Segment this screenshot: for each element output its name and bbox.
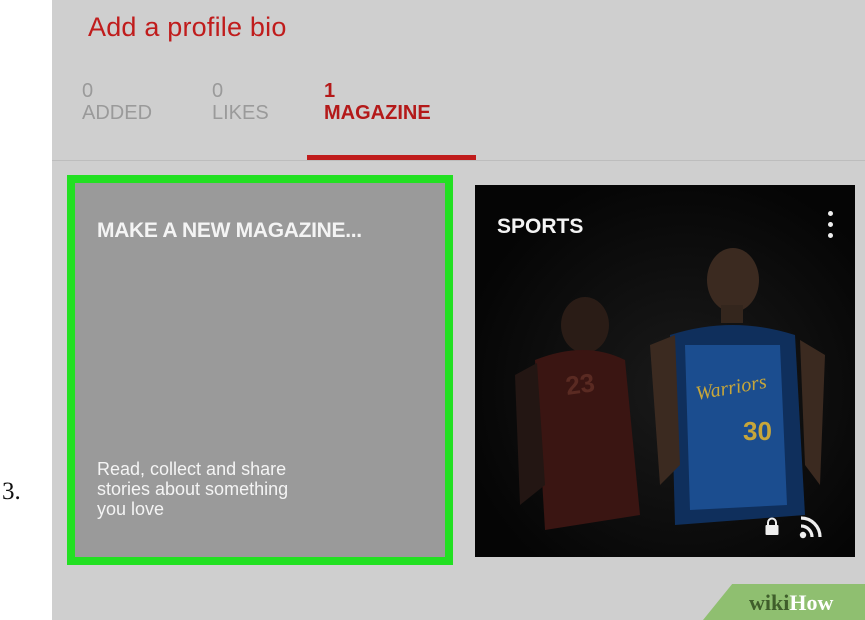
magazine-label: MAGAZINE	[324, 102, 431, 124]
app-screen: Add a profile bio 0 ADDED 0 LIKES 1 MAGA…	[52, 0, 865, 620]
magazine-count: 1	[324, 80, 336, 102]
likes-label: LIKES	[212, 102, 269, 124]
tab-magazine[interactable]: 1 MAGAZINE	[324, 80, 431, 124]
sports-title: SPORTS	[497, 215, 584, 238]
basketball-player-image: 23 Warriors 30	[475, 185, 855, 557]
tab-likes[interactable]: 0 LIKES	[212, 80, 269, 124]
sports-magazine-card[interactable]: 23 Warriors 30 SPORTS	[475, 185, 855, 557]
new-magazine-description: Read, collect and share stories about so…	[97, 459, 289, 519]
add-profile-bio-link[interactable]: Add a profile bio	[88, 12, 287, 43]
watermark-how: How	[789, 590, 834, 615]
step-number: 3.	[2, 478, 21, 505]
added-count: 0	[82, 80, 94, 102]
rss-icon	[799, 516, 822, 539]
wikihow-watermark: wikiHow	[703, 584, 865, 620]
likes-count: 0	[212, 80, 224, 102]
profile-stats-tabs: 0 ADDED 0 LIKES 1 MAGAZINE	[52, 80, 865, 160]
tabs-divider	[52, 160, 865, 161]
svg-text:23: 23	[564, 367, 597, 401]
added-label: ADDED	[82, 102, 153, 124]
new-magazine-title: MAKE A NEW MAGAZINE...	[97, 219, 362, 242]
lock-icon	[765, 517, 779, 535]
svg-text:30: 30	[743, 416, 772, 446]
make-new-magazine-card[interactable]: MAKE A NEW MAGAZINE... Read, collect and…	[67, 175, 453, 565]
more-vert-icon[interactable]	[825, 211, 835, 247]
watermark-wiki: wiki	[749, 590, 790, 615]
tab-added[interactable]: 0 ADDED	[82, 80, 152, 124]
